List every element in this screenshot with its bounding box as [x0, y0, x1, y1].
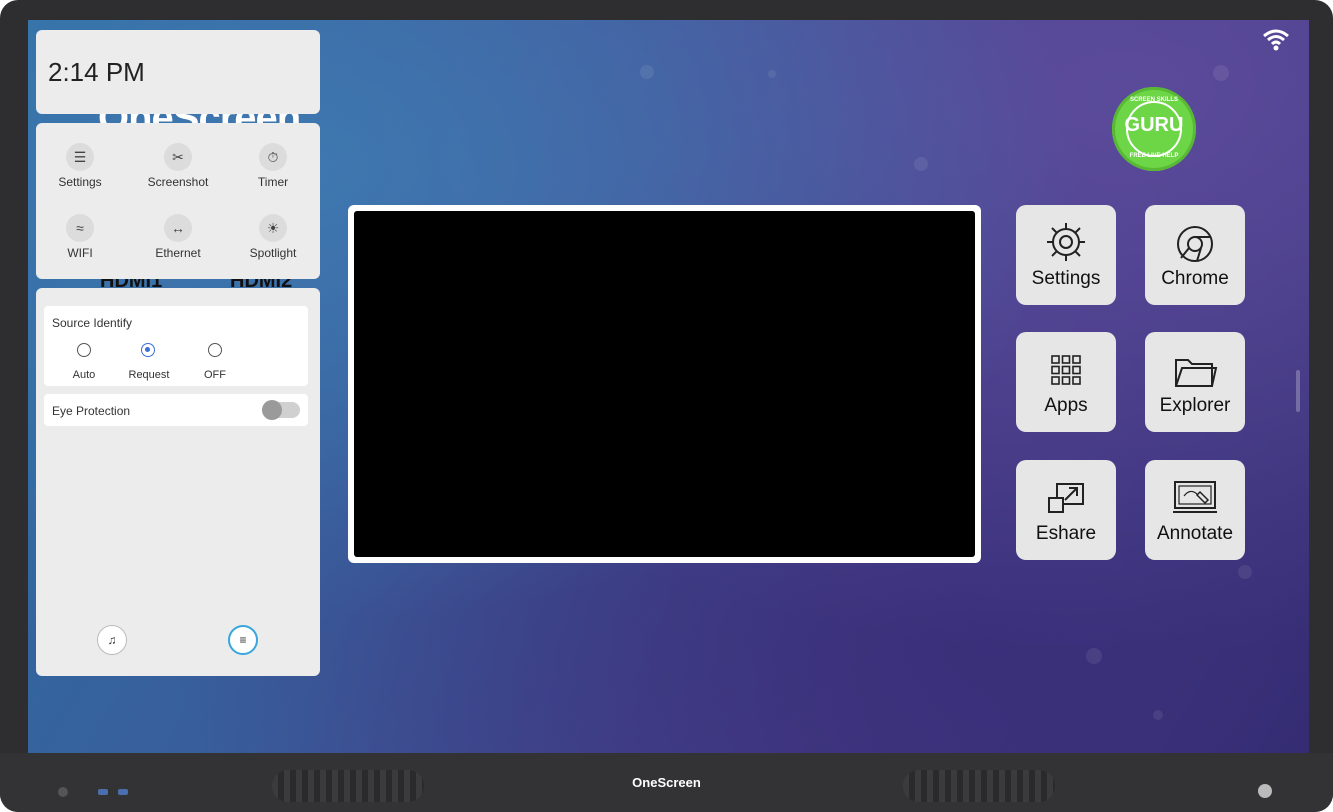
bezel-brand-label: OneScreen	[632, 775, 701, 790]
app-label: Explorer	[1159, 395, 1231, 416]
app-explorer[interactable]: Explorer	[1145, 332, 1245, 432]
screen-share-icon	[1048, 483, 1084, 513]
app-eshare[interactable]: Eshare	[1016, 460, 1116, 560]
app-label: Chrome	[1161, 268, 1229, 289]
sliders-icon: ☰	[66, 143, 94, 171]
ethernet-icon: ↔	[164, 214, 192, 242]
app-label: Apps	[1044, 395, 1088, 416]
source-identify-title: Source Identify	[52, 316, 133, 330]
app-label: Annotate	[1156, 523, 1234, 544]
radio-label-auto: Auto	[72, 369, 96, 381]
wifi-icon: ≈	[66, 214, 94, 242]
app-settings[interactable]: Settings	[1016, 205, 1116, 305]
source-preview-screen	[354, 211, 975, 557]
toggle-knob	[262, 400, 282, 420]
tool-label: Spotlight	[249, 246, 297, 260]
app-annotate[interactable]: Annotate	[1145, 460, 1245, 560]
tool-wifi[interactable]: ≈ WIFI	[40, 214, 120, 260]
background-bokeh	[768, 70, 776, 78]
timer-icon: ⏱	[259, 143, 287, 171]
guru-badge-top-text: SCREEN SKILLS	[1129, 97, 1178, 103]
tool-label: Timer	[257, 175, 289, 189]
radio-off[interactable]	[208, 343, 222, 357]
menu-button[interactable]: ≡	[228, 625, 258, 655]
clock-time: 2:14 PM	[48, 57, 145, 87]
chrome-icon	[1177, 226, 1213, 262]
background-bokeh	[914, 157, 928, 171]
tool-label: Screenshot	[147, 175, 209, 189]
tool-screenshot[interactable]: ✂ Screenshot	[138, 143, 218, 189]
tool-timer[interactable]: ⏱ Timer	[233, 143, 313, 189]
annotate-icon	[1173, 481, 1217, 513]
screenshot-icon: ✂	[164, 143, 192, 171]
clock-card: 2:14 PM	[36, 30, 320, 114]
tool-label: Settings	[58, 175, 102, 189]
ambient-light-sensor	[1258, 784, 1272, 798]
background-bokeh	[1238, 565, 1252, 579]
folder-icon	[1175, 359, 1218, 387]
radio-label-off: OFF	[204, 369, 226, 381]
guru-badge-bottom-text: FREE LIVE HELP	[1129, 153, 1179, 159]
radio-request[interactable]	[141, 343, 155, 357]
guru-badge-text: GURU	[1124, 114, 1184, 136]
edge-scroll-handle[interactable]	[1296, 370, 1300, 412]
background-bokeh	[1213, 65, 1229, 81]
eye-protection-toggle[interactable]	[262, 400, 300, 420]
source-preview-window[interactable]	[348, 205, 981, 563]
radio-label-request: Request	[128, 369, 170, 381]
app-apps[interactable]: Apps	[1016, 332, 1116, 432]
app-label: Eshare	[1035, 523, 1097, 544]
tool-label: WIFI	[67, 246, 93, 260]
tool-ethernet[interactable]: ↔ Ethernet	[138, 214, 218, 260]
guru-badge[interactable]: SCREEN SKILLS GURU FREE LIVE HELP	[1112, 87, 1196, 171]
music-icon: ♫	[107, 633, 117, 647]
app-label: Settings	[1031, 268, 1101, 289]
radio-auto[interactable]	[77, 343, 91, 357]
interactive-display: OneScreen SCREEN SKILLS GURU FREE LIVE H…	[0, 0, 1333, 812]
tool-settings[interactable]: ☰ Settings	[40, 143, 120, 189]
quick-tools-panel: ☰ Settings ✂ Screenshot ⏱ Timer ≈ WIFI ↔…	[36, 123, 320, 279]
source-identify-panel: Source Identify Auto Request OFF	[44, 306, 308, 386]
app-chrome[interactable]: Chrome	[1145, 205, 1245, 305]
tool-label: Ethernet	[155, 246, 201, 260]
spotlight-icon: ☀	[259, 214, 287, 242]
eye-protection-label: Eye Protection	[52, 404, 131, 418]
background-bokeh	[640, 65, 654, 79]
menu-icon: ≡	[239, 633, 247, 647]
background-bokeh	[1153, 710, 1163, 720]
grid-icon	[1051, 355, 1081, 385]
background-bokeh	[1086, 648, 1102, 664]
music-button[interactable]: ♫	[97, 625, 127, 655]
tool-spotlight[interactable]: ☀ Spotlight	[233, 214, 313, 260]
wifi-icon[interactable]	[1263, 28, 1289, 52]
gear-icon	[1047, 223, 1085, 261]
